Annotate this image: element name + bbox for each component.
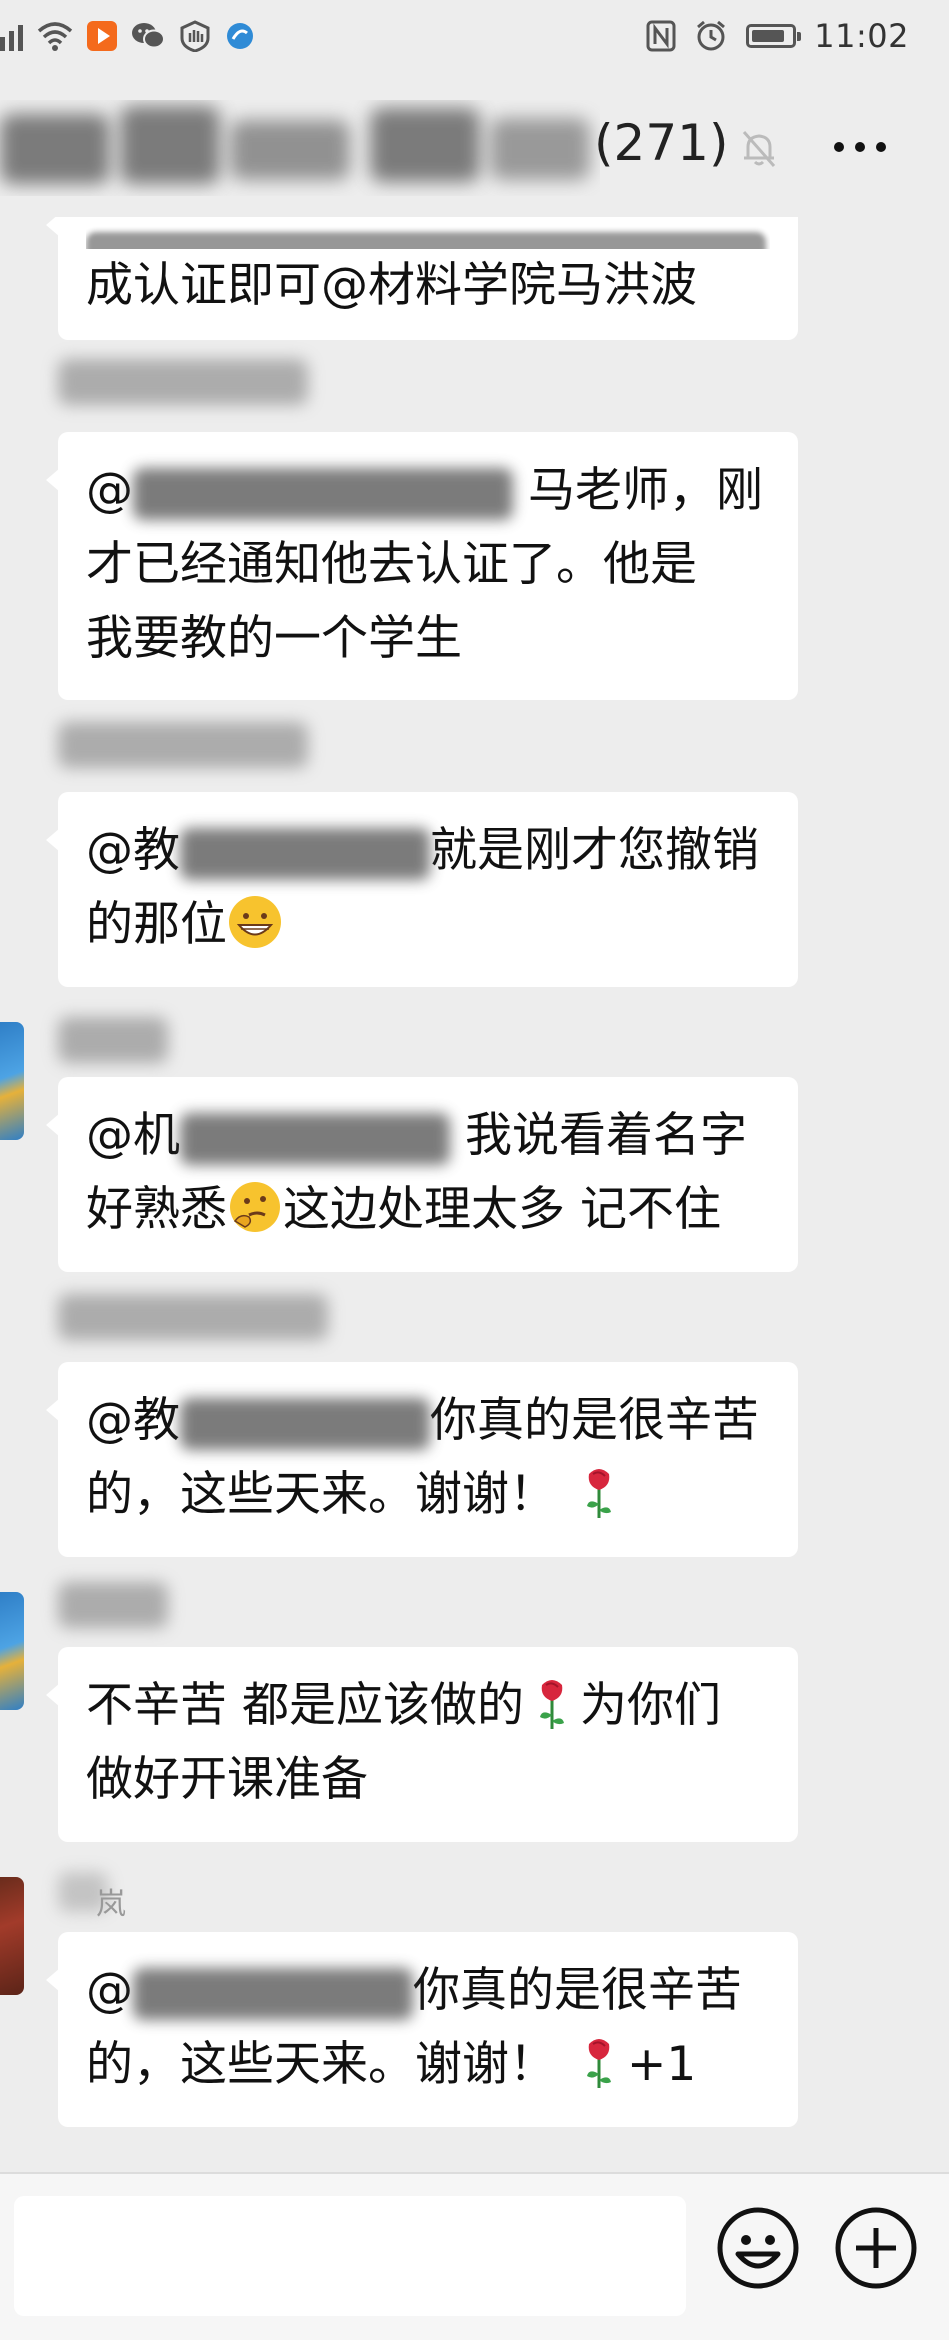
sender-name-redacted bbox=[58, 1017, 178, 1063]
status-right: 11:02 bbox=[646, 14, 909, 58]
message-text: +1 bbox=[626, 2037, 697, 2092]
mention-at: @教 bbox=[86, 823, 180, 878]
message-text: 为你们 bbox=[579, 1678, 721, 1733]
thinking-emoji-icon bbox=[230, 1182, 280, 1232]
mention-at: @教 bbox=[86, 1393, 180, 1448]
avatar[interactable] bbox=[0, 1022, 24, 1140]
message-text: 才已经通知他去认证了。他是 bbox=[86, 537, 697, 592]
message-text: 你真的是很辛苦 bbox=[413, 1963, 742, 2018]
mention-at: @机 bbox=[86, 1108, 180, 1163]
wechat-icon bbox=[131, 21, 165, 51]
alarm-icon bbox=[694, 19, 728, 53]
smiley-icon[interactable] bbox=[716, 2206, 800, 2290]
status-clock: 11:02 bbox=[814, 17, 909, 55]
message-bubble[interactable]: 不辛苦 都是应该做的 为你们 做好开课准备 bbox=[46, 1647, 798, 1842]
message-text: 我要教的一个学生 bbox=[86, 611, 462, 666]
message-bubble[interactable]: @机 我说看着名字 好熟悉 这边处理太多 记不住 bbox=[46, 1077, 798, 1272]
message-text: 马老师，刚 bbox=[527, 463, 763, 518]
sender-name-redacted bbox=[58, 1294, 338, 1340]
message-input[interactable] bbox=[14, 2196, 686, 2316]
message-bubble[interactable]: @教 你真的是很辛苦 的，这些天来。谢谢！ bbox=[46, 1362, 798, 1557]
message-text: 成认证即可@材料学院马洪波 bbox=[86, 258, 697, 313]
grinning-emoji-icon bbox=[229, 896, 281, 948]
message-text: 你真的是很辛苦 bbox=[430, 1393, 759, 1448]
rose-emoji-icon bbox=[586, 2039, 611, 2088]
mention-redacted bbox=[133, 1967, 413, 2020]
group-member-count: (271) bbox=[594, 114, 729, 172]
avatar[interactable] bbox=[0, 1877, 24, 1995]
message-text: 的，这些天来。谢谢！ bbox=[86, 1467, 556, 1522]
plus-circle-icon[interactable] bbox=[834, 2206, 918, 2290]
message-text: 的，这些天来。谢谢！ bbox=[86, 2037, 556, 2092]
video-app-icon bbox=[87, 21, 117, 51]
message-text: 就是刚才您撤销 bbox=[430, 823, 759, 878]
bell-off-icon bbox=[738, 128, 780, 170]
rose-emoji-icon bbox=[539, 1680, 564, 1729]
chat-title-redacted bbox=[0, 100, 600, 196]
battery-icon bbox=[746, 24, 802, 48]
signal-icon bbox=[0, 21, 23, 51]
browser-app-icon bbox=[225, 21, 255, 51]
partial-line bbox=[86, 217, 770, 249]
message-text: 的那位 bbox=[86, 897, 227, 952]
shield-app-icon bbox=[179, 20, 211, 52]
mention-redacted bbox=[180, 1112, 450, 1165]
sender-name-redacted bbox=[58, 1582, 178, 1628]
message-text: 不辛苦 都是应该做的 bbox=[86, 1678, 524, 1733]
mention-redacted bbox=[133, 467, 513, 520]
message-text: 这边处理太多 记不住 bbox=[283, 1182, 721, 1237]
mention-redacted bbox=[180, 1397, 430, 1450]
nfc-icon bbox=[646, 20, 676, 52]
message-bubble[interactable]: @ 你真的是很辛苦 的，这些天来。谢谢！ +1 bbox=[46, 1932, 798, 2127]
rose-emoji-icon bbox=[586, 1469, 611, 1518]
mention-at: @ bbox=[86, 463, 133, 518]
status-bar: 11:02 bbox=[0, 0, 949, 72]
message-text: 做好开课准备 bbox=[86, 1752, 368, 1807]
status-left bbox=[0, 14, 255, 58]
more-dots-icon[interactable] bbox=[834, 142, 886, 152]
avatar[interactable] bbox=[0, 1592, 24, 1710]
sender-name-redacted bbox=[58, 722, 318, 768]
chat-title-bar: (271) bbox=[0, 72, 949, 217]
input-bar bbox=[0, 2172, 949, 2340]
message-text: 好熟悉 bbox=[86, 1182, 227, 1237]
message-list[interactable]: 成认证即可@材料学院马洪波 @ 马老师，刚 才已经通知他去认证了。他是 我要教的… bbox=[0, 217, 949, 2172]
sender-name-fragment: 岚 bbox=[96, 1887, 126, 1922]
wifi-icon bbox=[37, 21, 73, 51]
message-bubble[interactable]: @教 就是刚才您撤销 的那位 bbox=[46, 792, 798, 987]
mention-redacted bbox=[180, 827, 430, 880]
message-bubble[interactable]: @ 马老师，刚 才已经通知他去认证了。他是 我要教的一个学生 bbox=[46, 432, 798, 700]
message-bubble[interactable]: 成认证即可@材料学院马洪波 bbox=[46, 217, 798, 340]
mention-at: @ bbox=[86, 1963, 133, 2018]
message-text: 我说看着名字 bbox=[464, 1108, 747, 1163]
sender-name-redacted bbox=[58, 359, 318, 405]
